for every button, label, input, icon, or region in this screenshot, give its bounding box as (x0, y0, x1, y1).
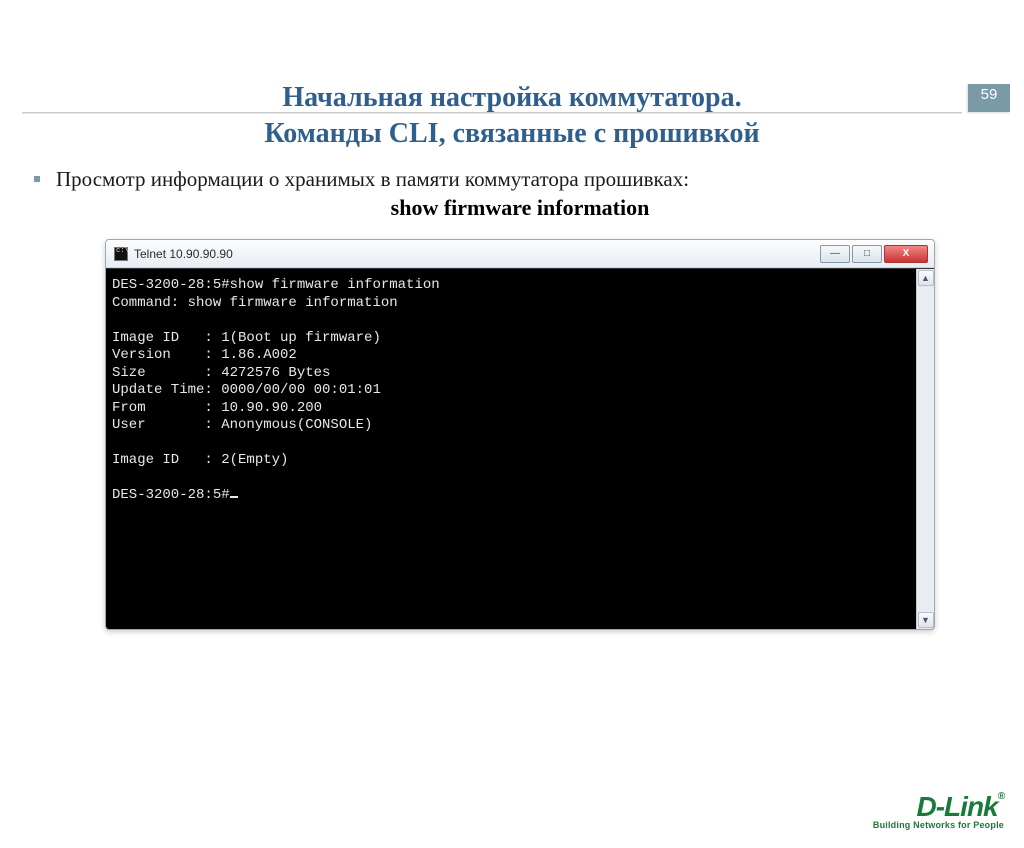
term-line: Size : 4272576 Bytes (112, 365, 330, 381)
slide-title: Начальная настройка коммутатора. Команды… (0, 80, 1024, 153)
window-controls: — □ X (820, 245, 928, 263)
bullet-text: Просмотр информации о хранимых в памяти … (56, 167, 689, 191)
bullet-item: Просмотр информации о хранимых в памяти … (56, 165, 984, 193)
header-rule (22, 112, 962, 114)
scroll-track[interactable] (917, 287, 934, 611)
title-line-1: Начальная настройка коммутатора. (282, 82, 741, 113)
close-button[interactable]: X (884, 245, 928, 263)
term-line: Update Time: 0000/00/00 00:01:01 (112, 382, 381, 398)
terminal-title: Telnet 10.90.90.90 (134, 247, 820, 261)
registered-icon: ® (998, 791, 1004, 802)
minimize-button[interactable]: — (820, 245, 850, 263)
brand-logo: D-Link® Building Networks for People (873, 791, 1004, 830)
scroll-down-button[interactable]: ▼ (918, 612, 934, 628)
term-line: From : 10.90.90.200 (112, 400, 322, 416)
cursor-icon (230, 496, 238, 498)
cmd-icon (114, 247, 128, 261)
maximize-button[interactable]: □ (852, 245, 882, 263)
page-number-badge: 59 (968, 84, 1010, 112)
term-line: DES-3200-28:5#show firmware information (112, 277, 440, 293)
cli-command: show firmware information (56, 195, 984, 221)
term-line: User : Anonymous(CONSOLE) (112, 417, 372, 433)
term-line: Command: show firmware information (112, 295, 398, 311)
term-line: Image ID : 1(Boot up firmware) (112, 330, 381, 346)
terminal-output[interactable]: DES-3200-28:5#show firmware information … (106, 269, 916, 629)
brand-name-text: D-Link (917, 791, 998, 822)
term-line: Image ID : 2(Empty) (112, 452, 288, 468)
scroll-up-button[interactable]: ▲ (918, 270, 934, 286)
terminal-scrollbar[interactable]: ▲ ▼ (916, 269, 934, 629)
brand-tagline: Building Networks for People (873, 820, 1004, 830)
terminal-window: Telnet 10.90.90.90 — □ X DES-3200-28:5#s… (105, 239, 935, 630)
terminal-titlebar[interactable]: Telnet 10.90.90.90 — □ X (106, 240, 934, 268)
term-prompt: DES-3200-28:5# (112, 487, 230, 503)
title-line-2: Команды CLI, связанные с прошивкой (264, 118, 759, 149)
term-line: Version : 1.86.A002 (112, 347, 297, 363)
brand-name: D-Link® (873, 791, 1004, 823)
